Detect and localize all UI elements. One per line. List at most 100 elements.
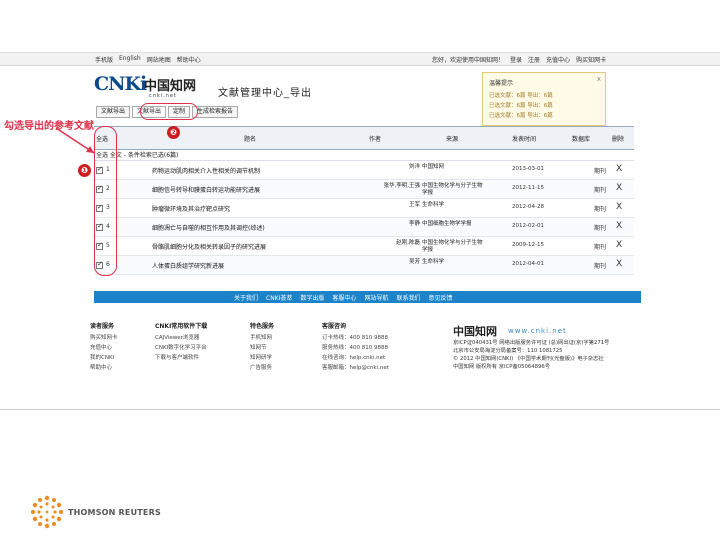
footer-link[interactable]: 联系我们	[396, 293, 420, 302]
footer-legal-lines: 京ICP证040431号 网络出版服务许可证 (总)网出证(京)字第271号 北京…	[453, 339, 643, 371]
row-date: 2013-03-01	[512, 166, 544, 172]
group-bar: 全选 全文 - 条件检索已选(6篇)	[94, 150, 634, 161]
export-tab-highlight	[140, 103, 198, 120]
header-delete: 删除	[612, 136, 625, 143]
row-date: 2012-04-28	[512, 204, 544, 210]
footer-col-item[interactable]: 充值中心	[90, 343, 118, 353]
top-link[interactable]: 手机版	[95, 55, 113, 64]
table-row: 1药物运动肌肉相关介入性相关的调节机制刘洋中国知网2013-03-01期刊X	[94, 161, 634, 180]
footer-link[interactable]: CNKI荟萃	[266, 293, 292, 302]
header-author: 作者	[369, 136, 382, 143]
delete-icon[interactable]: X	[616, 240, 622, 250]
tab-report[interactable]: 生成检索报告	[192, 106, 239, 118]
row-database: 期刊	[594, 225, 607, 232]
row-author: 刘洋	[408, 164, 420, 170]
row-source[interactable]: 生命科学	[422, 202, 484, 209]
footer-link[interactable]: 网站导航	[364, 293, 388, 302]
footer-legal-line: © 2012 中国知网(CNKI) 《中国学术期刊(光盘版)》电子杂志社	[453, 356, 604, 362]
table-row: 2细胞信号转导和膜蛋白转运功能研究进展张华,李明,王强中国生物化学与分子生物学报…	[94, 180, 634, 199]
row-title[interactable]: 细胞凋亡与自噬的相互作用及其调控(综述)	[152, 223, 352, 232]
footer-col-item[interactable]: 订卡热线：400 810 9888	[322, 333, 389, 343]
row-date: 2012-02-01	[512, 223, 544, 229]
top-link[interactable]: 充值中心	[546, 55, 570, 64]
top-link[interactable]: 登录	[510, 55, 522, 64]
step-1-badge: ❶	[78, 164, 91, 177]
footer-col-item[interactable]: 广告服务	[250, 363, 274, 373]
footer-col-item[interactable]: CNKI数字化学习平台	[155, 343, 207, 353]
row-source[interactable]: 中国细胞生物学学报	[422, 221, 484, 228]
row-author: 张华,李明,王强	[383, 183, 421, 189]
row-database: 期刊	[594, 168, 607, 175]
top-link[interactable]: 帮助中心	[177, 55, 201, 64]
top-link[interactable]: 购买知网卡	[576, 55, 606, 64]
cnki-url: cnki.net	[149, 93, 177, 99]
footer-link[interactable]: 客服中心	[332, 293, 356, 302]
step-2-badge: ❷	[167, 126, 180, 139]
top-link[interactable]: 网站地图	[147, 55, 171, 64]
top-link[interactable]: 注册	[528, 55, 540, 64]
table-row: 4细胞凋亡与自噬的相互作用及其调控(综述)李静中国细胞生物学学报2012-02-…	[94, 218, 634, 237]
annotation-label: 勾选导出的参考文献	[4, 121, 94, 132]
table-row: 5骨骼肌细胞分化及相关转录因子的研究进展赵刚,陈磊中国生物化学与分子生物学报20…	[94, 237, 634, 256]
cnki-brand: CNKi	[94, 73, 147, 95]
footer-col-item[interactable]: 服务热线：400 810 9888	[322, 343, 389, 353]
footer-legal-line: 中国知网 版权所有 京ICP备05064896号	[453, 364, 551, 370]
row-title[interactable]: 人体蛋白质组学研究新进展	[152, 261, 352, 270]
row-author: 吴芳	[408, 259, 420, 265]
footer-legal-line: 京ICP证040431号 网络出版服务许可证 (总)网出证(京)字第271号	[453, 340, 610, 346]
footer-col-item[interactable]: 帮助中心	[90, 363, 118, 373]
cnki-logo[interactable]: CNKi 中国知网 cnki.net	[94, 73, 214, 101]
footer-col-heading: CNKI常用软件下载	[155, 323, 208, 330]
footer-col-reader-service: 读者服务购买知网卡 充值中心 我的CNKI 帮助中心	[90, 321, 118, 373]
row-source[interactable]: 中国知网	[422, 164, 484, 171]
top-link[interactable]: English	[119, 55, 141, 64]
popup-title: 温馨提示	[489, 80, 514, 87]
row-title[interactable]: 细胞信号转导和膜蛋白转运功能研究进展	[152, 185, 352, 194]
footer-col-item[interactable]: 我的CNKI	[90, 353, 118, 363]
footer-col-item[interactable]: 知网研学	[250, 353, 274, 363]
row-source[interactable]: 中国生物化学与分子生物学报	[422, 240, 484, 254]
footer-col-item[interactable]: CAJViewer浏览器	[155, 333, 207, 343]
row-source[interactable]: 生命科学	[422, 259, 484, 266]
footer-col-item[interactable]: 手机知网	[250, 333, 274, 343]
row-database: 期刊	[594, 263, 607, 270]
tab-export[interactable]: 文献导出	[96, 106, 131, 118]
top-link: 您好，欢迎使用中国知网！	[432, 57, 505, 64]
table-body: 1药物运动肌肉相关介入性相关的调节机制刘洋中国知网2013-03-01期刊X2细…	[94, 161, 634, 275]
row-title[interactable]: 肿瘤微环境及其治疗靶点研究	[152, 204, 352, 213]
footer-link-bar: 关于我们 CNKI荟萃 数字出版 客服中心 网站导航 联系我们 意见反馈	[94, 291, 641, 303]
footer-brand: 中国知网 www.cnki.net 京ICP证040431号 网络出版服务许可证…	[453, 323, 643, 371]
header-source: 来源	[446, 136, 459, 143]
footer-link[interactable]: 数字出版	[300, 293, 324, 302]
row-database: 期刊	[594, 206, 607, 213]
footer-col-special: 特色服务 手机知网 知网节 知网研学 广告服务	[250, 321, 274, 373]
delete-icon[interactable]: X	[616, 164, 622, 174]
row-source[interactable]: 中国生物化学与分子生物学报	[422, 183, 484, 197]
header-date: 发表时间	[512, 136, 537, 143]
row-database: 期刊	[594, 187, 607, 194]
footer-col-support: 客服咨询 订卡热线：400 810 9888 服务热线：400 810 9888 在线…	[322, 321, 389, 373]
popup-line: 已选文献：6篇 导出：6篇	[489, 93, 553, 99]
slide: { "annotation": { "label": "勾选导出的参考文献", …	[0, 0, 720, 540]
popup-line: 已选文献：6篇 导出：6篇	[489, 103, 553, 109]
footer-link[interactable]: 意见反馈	[428, 293, 452, 302]
row-title[interactable]: 骨骼肌细胞分化及相关转录因子的研究进展	[152, 242, 352, 251]
footer-url[interactable]: www.cnki.net	[508, 327, 567, 335]
delete-icon[interactable]: X	[616, 183, 622, 193]
footer-col-heading: 读者服务	[90, 323, 115, 330]
footer-col-item[interactable]: 知网节	[250, 343, 274, 353]
delete-icon[interactable]: X	[616, 259, 622, 269]
footer-col-item[interactable]: 购买知网卡	[90, 333, 118, 343]
footer-col-item[interactable]: 客服邮箱：help@cnki.net	[322, 363, 389, 373]
top-bar-left-links: 手机版 English 网站地图 帮助中心	[95, 55, 201, 64]
delete-icon[interactable]: X	[616, 221, 622, 231]
footer-col-item[interactable]: 在线咨询：help.cnki.net	[322, 353, 389, 363]
close-icon[interactable]: x	[597, 75, 601, 83]
row-title[interactable]: 药物运动肌肉相关介入性相关的调节机制	[152, 166, 352, 175]
thomson-reuters-dots-icon	[31, 495, 63, 529]
row-author: 赵刚,陈磊	[396, 240, 420, 246]
footer-col-item[interactable]: 下载与客户端软件	[155, 353, 207, 363]
footer-link[interactable]: 关于我们	[234, 293, 258, 302]
notice-popup: 温馨提示 x 已选文献：6篇 导出：6篇 已选文献：6篇 导出：6篇 已选文献：…	[482, 72, 606, 126]
delete-icon[interactable]: X	[616, 202, 622, 212]
